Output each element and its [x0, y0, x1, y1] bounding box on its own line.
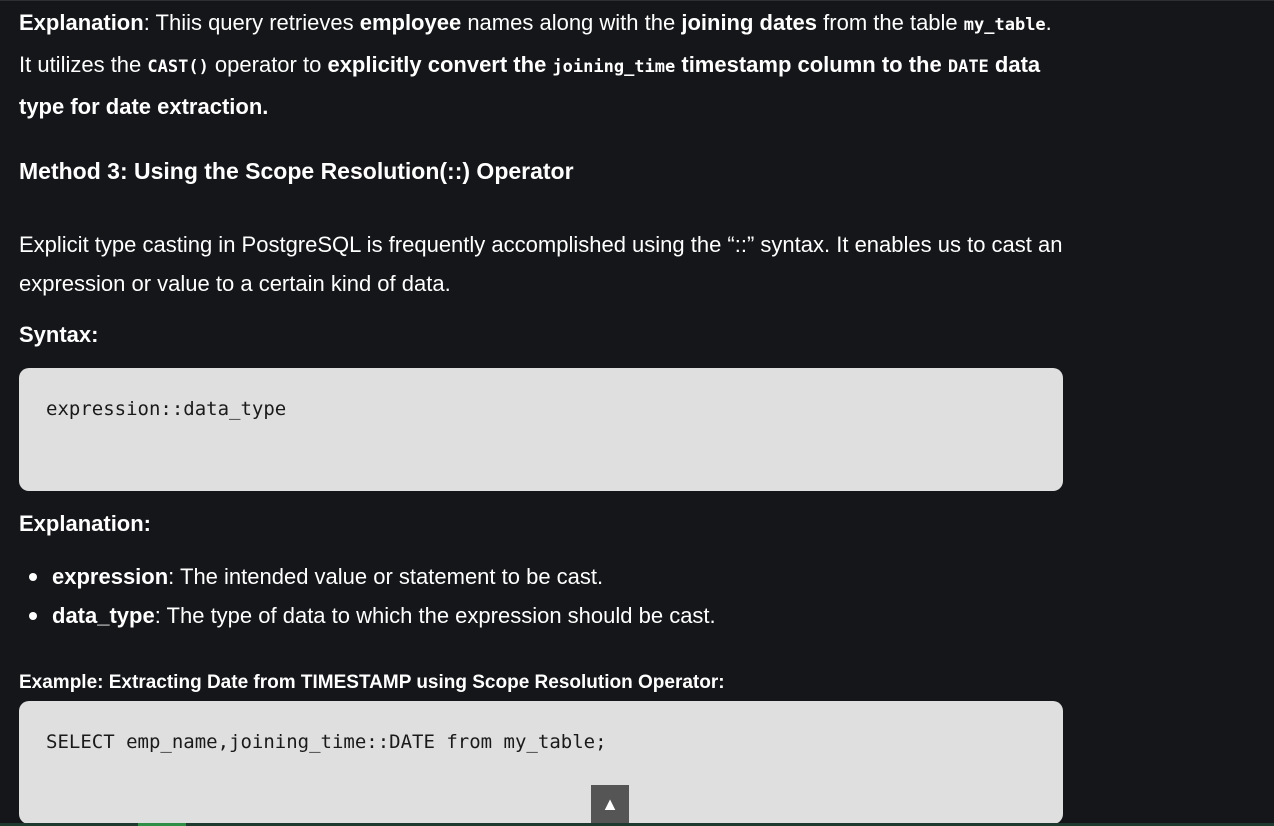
article-page: Explanation: Thiis query retrieves emplo…: [0, 0, 1274, 826]
syntax-heading: Syntax:: [19, 322, 99, 347]
text-segment-bold: employee: [359, 10, 462, 35]
text-segment: : Thiis query retrieves: [143, 10, 360, 35]
bullet-icon: [29, 612, 37, 620]
list-item-text: : The type of data to which the expressi…: [154, 603, 716, 628]
text-segment-bold: joining dates: [681, 10, 818, 35]
example-code-block[interactable]: SELECT emp_name,joining_time::DATE from …: [19, 701, 1063, 824]
syntax-code-block[interactable]: expression::data_type: [19, 368, 1063, 491]
explanation-label: Explanation: [19, 10, 144, 35]
inline-code-cast: CAST(): [147, 57, 209, 77]
list-item-term: data_type: [52, 603, 155, 628]
explanation-list: expression: The intended value or statem…: [19, 557, 1063, 635]
text-segment: from the table: [817, 10, 964, 35]
scroll-to-top-button[interactable]: ▲: [591, 785, 629, 823]
list-item-term: expression: [52, 564, 169, 589]
text-segment-bold: explicitly convert the: [327, 52, 553, 77]
method-3-heading: Method 3: Using the Scope Resolution(::)…: [19, 158, 574, 184]
list-item-text: : The intended value or statement to be …: [168, 564, 604, 589]
inline-code-my-table: my_table: [963, 15, 1046, 35]
scope-resolution-description: Explicit type casting in PostgreSQL is f…: [19, 232, 1063, 296]
arrow-up-icon: ▲: [601, 793, 619, 814]
bullet-icon: [29, 573, 37, 581]
inline-code-joining-time: joining_time: [552, 57, 676, 77]
text-segment: names along with the: [461, 10, 682, 35]
text-segment-bold: timestamp column to the: [675, 52, 948, 77]
text-segment: operator to: [208, 52, 328, 77]
list-item: expression: The intended value or statem…: [19, 557, 1063, 596]
list-item: data_type: The type of data to which the…: [19, 596, 1063, 635]
explanation-heading: Explanation:: [19, 511, 152, 536]
cast-explanation-paragraph: Explanation: Thiis query retrieves emplo…: [19, 3, 1063, 126]
inline-code-date: DATE: [947, 57, 989, 77]
example-heading: Example: Extracting Date from TIMESTAMP …: [19, 672, 725, 693]
